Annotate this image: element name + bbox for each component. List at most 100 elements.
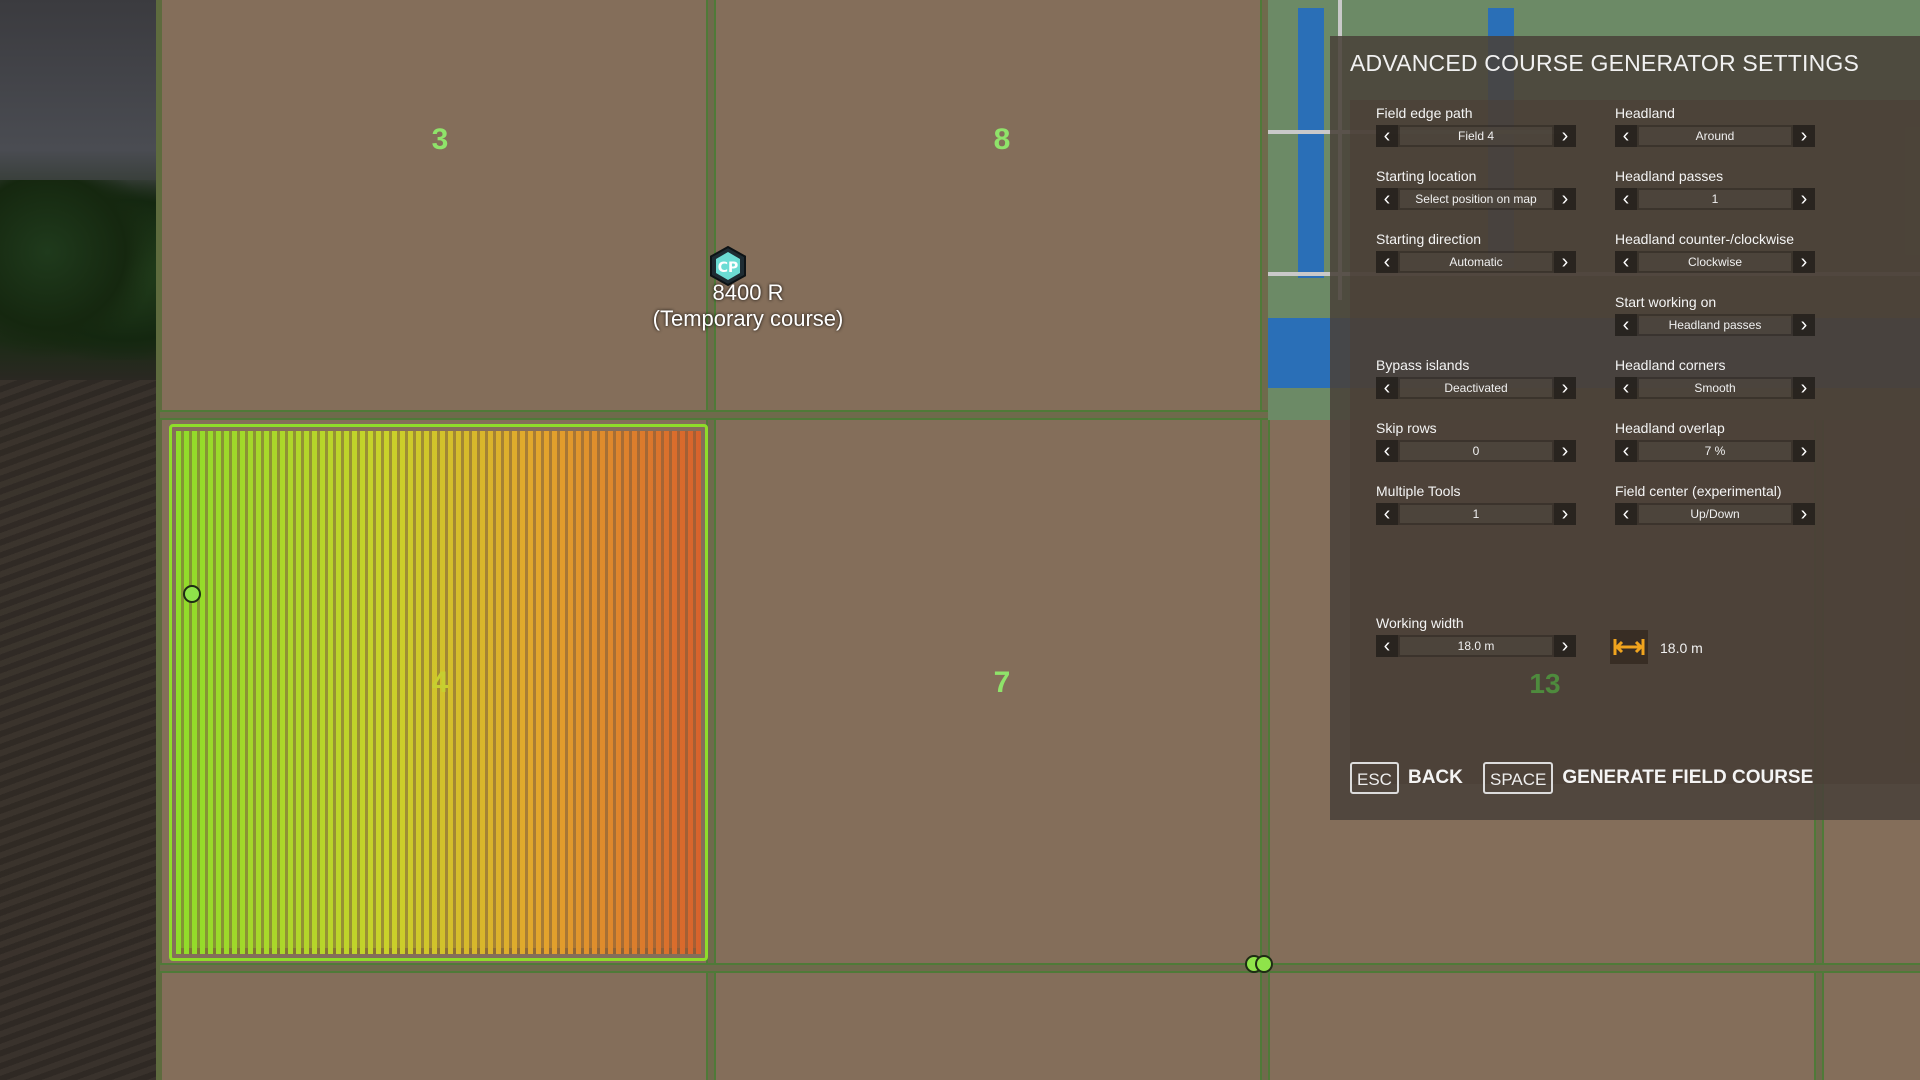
setting-label: Headland corners — [1615, 357, 1726, 373]
setting-label: Headland — [1615, 105, 1675, 121]
setting-selector: ‹ 18.0 m › — [1376, 635, 1576, 657]
chevron-right-icon[interactable]: › — [1554, 503, 1576, 525]
setting-label: Headland passes — [1615, 168, 1724, 184]
setting-value[interactable]: 1 — [1400, 505, 1552, 523]
plowed-ground — [0, 380, 158, 1080]
setting-label: Headland overlap — [1615, 420, 1725, 436]
setting-value[interactable]: Around — [1639, 127, 1791, 145]
setting-label: Bypass islands — [1376, 357, 1470, 373]
tree-line — [0, 180, 158, 360]
course-start-marker[interactable] — [183, 585, 201, 603]
setting-label: Starting direction — [1376, 231, 1482, 247]
setting-selector: ‹ Up/Down › — [1615, 503, 1815, 525]
chevron-right-icon[interactable]: › — [1793, 188, 1815, 210]
generate-course-action[interactable]: SPACE GENERATE FIELD COURSE — [1483, 762, 1813, 794]
chevron-left-icon[interactable]: ‹ — [1615, 503, 1637, 525]
setting-value[interactable]: 1 — [1639, 190, 1791, 208]
road-horizontal — [160, 963, 1920, 973]
setting-label: Multiple Tools — [1376, 483, 1461, 499]
setting-start-working-on: Start working on ‹ Headland passes › — [1615, 293, 1815, 336]
chevron-left-icon[interactable]: ‹ — [1376, 377, 1398, 399]
setting-selector: ‹ 1 › — [1376, 503, 1576, 525]
setting-label: Working width — [1376, 615, 1464, 631]
chevron-right-icon[interactable]: › — [1554, 635, 1576, 657]
setting-selector: ‹ Deactivated › — [1376, 377, 1576, 399]
chevron-right-icon[interactable]: › — [1554, 188, 1576, 210]
setting-skip-rows: Skip rows ‹ 0 › — [1376, 419, 1576, 462]
vehicle-label: 8400 R (Temporary course) — [653, 280, 844, 332]
vehicle-name: 8400 R — [712, 280, 784, 305]
setting-label: Skip rows — [1376, 420, 1437, 436]
chevron-left-icon[interactable]: ‹ — [1615, 125, 1637, 147]
chevron-left-icon[interactable]: ‹ — [1376, 188, 1398, 210]
panel-title: ADVANCED COURSE GENERATOR SETTINGS — [1350, 50, 1860, 76]
setting-field-center: Field center (experimental) ‹ Up/Down › — [1615, 482, 1815, 525]
setting-selector: ‹ Clockwise › — [1615, 251, 1815, 273]
setting-working-width: Working width ‹ 18.0 m › — [1376, 614, 1576, 657]
field-number: 13 — [1529, 668, 1561, 699]
chevron-right-icon[interactable]: › — [1793, 314, 1815, 336]
back-button-label: BACK — [1407, 767, 1463, 788]
setting-value[interactable]: Field 4 — [1400, 127, 1552, 145]
chevron-right-icon[interactable]: › — [1554, 251, 1576, 273]
chevron-left-icon[interactable]: ‹ — [1376, 440, 1398, 462]
back-action[interactable]: ESC BACK — [1350, 762, 1463, 794]
setting-label: Headland counter-/clockwise — [1615, 231, 1794, 247]
generate-course-button-label: GENERATE FIELD COURSE — [1562, 767, 1814, 788]
setting-value[interactable]: Clockwise — [1639, 253, 1791, 271]
setting-value[interactable]: 0 — [1400, 442, 1552, 460]
chevron-left-icon[interactable]: ‹ — [1376, 251, 1398, 273]
chevron-left-icon[interactable]: ‹ — [1615, 440, 1637, 462]
setting-multiple-tools: Multiple Tools ‹ 1 › — [1376, 482, 1576, 525]
chevron-right-icon[interactable]: › — [1554, 440, 1576, 462]
setting-selector: ‹ Select position on map › — [1376, 188, 1576, 210]
setting-value[interactable]: Up/Down — [1639, 505, 1791, 523]
setting-value[interactable]: Headland passes — [1639, 316, 1791, 334]
background-photo — [0, 0, 158, 1080]
setting-value[interactable]: Deactivated — [1400, 379, 1552, 397]
setting-selector: ‹ 0 › — [1376, 440, 1576, 462]
setting-starting-direction: Starting direction ‹ Automatic › — [1376, 230, 1576, 273]
setting-label: Starting location — [1376, 168, 1477, 184]
chevron-right-icon[interactable]: › — [1554, 377, 1576, 399]
setting-label: Start working on — [1615, 294, 1717, 310]
chevron-right-icon[interactable]: › — [1793, 251, 1815, 273]
chevron-right-icon[interactable]: › — [1793, 125, 1815, 147]
field-number: 7 — [993, 666, 1011, 699]
setting-field-edge-path: Field edge path ‹ Field 4 › — [1376, 104, 1576, 147]
esc-key-hint: ESC — [1350, 762, 1399, 794]
setting-headland-corners: Headland corners ‹ Smooth › — [1615, 356, 1815, 399]
field-number: 8 — [993, 123, 1011, 156]
setting-value[interactable]: Select position on map — [1400, 190, 1552, 208]
setting-headland: Headland ‹ Around › — [1615, 104, 1815, 147]
setting-value[interactable]: Automatic — [1400, 253, 1552, 271]
chevron-right-icon[interactable]: › — [1793, 377, 1815, 399]
setting-starting-location: Starting location ‹ Select position on m… — [1376, 167, 1576, 210]
setting-selector: ‹ Field 4 › — [1376, 125, 1576, 147]
space-key-hint: SPACE — [1483, 762, 1554, 794]
working-width-value: 18.0 m — [1660, 640, 1703, 656]
chevron-left-icon[interactable]: ‹ — [1376, 503, 1398, 525]
course-status: (Temporary course) — [652, 306, 844, 331]
water-area — [1298, 8, 1324, 278]
chevron-left-icon[interactable]: ‹ — [1376, 635, 1398, 657]
chevron-right-icon[interactable]: › — [1554, 125, 1576, 147]
field-number: 3 — [431, 123, 449, 156]
setting-label: Field edge path — [1376, 105, 1473, 121]
chevron-left-icon[interactable]: ‹ — [1376, 125, 1398, 147]
setting-selector: ‹ Smooth › — [1615, 377, 1815, 399]
setting-value[interactable]: Smooth — [1639, 379, 1791, 397]
chevron-left-icon[interactable]: ‹ — [1615, 314, 1637, 336]
chevron-left-icon[interactable]: ‹ — [1615, 251, 1637, 273]
setting-value[interactable]: 7 % — [1639, 442, 1791, 460]
setting-value[interactable]: 18.0 m — [1400, 637, 1552, 655]
setting-bypass-islands: Bypass islands ‹ Deactivated › — [1376, 356, 1576, 399]
setting-selector: ‹ Headland passes › — [1615, 314, 1815, 336]
chevron-right-icon[interactable]: › — [1793, 503, 1815, 525]
chevron-right-icon[interactable]: › — [1793, 440, 1815, 462]
chevron-left-icon[interactable]: ‹ — [1615, 188, 1637, 210]
setting-headland-passes: Headland passes ‹ 1 › — [1615, 167, 1815, 210]
vehicle-position-marker[interactable] — [1245, 955, 1273, 978]
setting-selector: ‹ 1 › — [1615, 188, 1815, 210]
chevron-left-icon[interactable]: ‹ — [1615, 377, 1637, 399]
